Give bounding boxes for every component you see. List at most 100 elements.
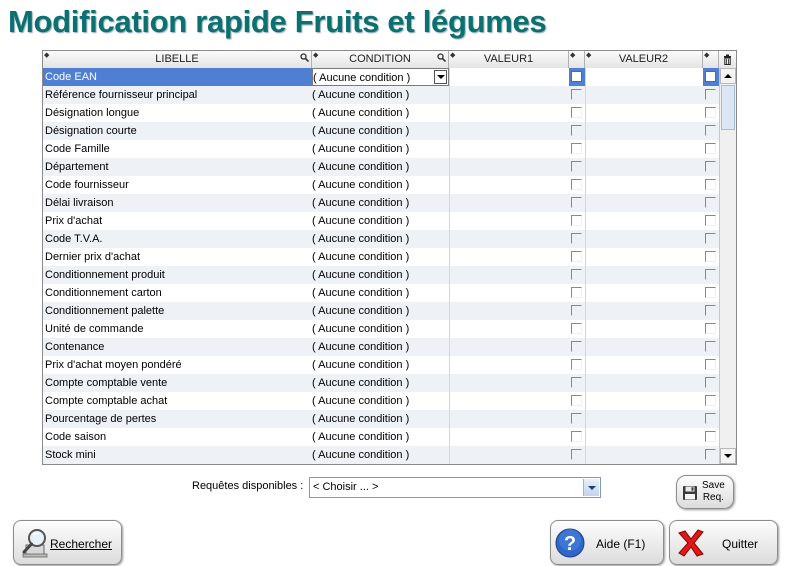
valeur1-checkbox-cell[interactable] bbox=[569, 356, 585, 374]
valeur1-cell[interactable] bbox=[449, 104, 569, 122]
valeur1-checkbox[interactable] bbox=[571, 197, 582, 208]
valeur2-cell[interactable] bbox=[585, 122, 703, 140]
valeur1-cell[interactable] bbox=[449, 266, 569, 284]
valeur2-checkbox-cell[interactable] bbox=[703, 158, 719, 176]
valeur2-checkbox-cell[interactable] bbox=[703, 248, 719, 266]
trash-icon[interactable] bbox=[723, 54, 732, 65]
valeur1-cell[interactable] bbox=[449, 86, 569, 104]
valeur1-cell[interactable] bbox=[449, 374, 569, 392]
valeur1-checkbox[interactable] bbox=[571, 251, 582, 262]
valeur1-cell[interactable] bbox=[449, 230, 569, 248]
valeur2-checkbox[interactable] bbox=[705, 89, 716, 100]
valeur1-checkbox-cell[interactable] bbox=[569, 68, 585, 86]
condition-cell[interactable]: ( Aucune condition ) bbox=[312, 356, 449, 374]
valeur2-cell[interactable] bbox=[585, 230, 703, 248]
condition-cell[interactable]: ( Aucune condition ) bbox=[312, 374, 449, 392]
condition-cell[interactable]: ( Aucune condition ) bbox=[312, 194, 449, 212]
table-row[interactable]: Unité de commande ( Aucune condition ) bbox=[43, 320, 719, 338]
valeur1-checkbox[interactable] bbox=[571, 107, 582, 118]
condition-cell[interactable]: ( Aucune condition ) bbox=[312, 86, 449, 104]
column-header-check2[interactable]: ◆ bbox=[703, 51, 719, 68]
valeur1-checkbox[interactable] bbox=[571, 377, 582, 388]
valeur2-cell[interactable] bbox=[585, 68, 703, 86]
condition-cell[interactable]: ( Aucune condition ) bbox=[312, 176, 449, 194]
table-row[interactable]: Code fournisseur ( Aucune condition ) bbox=[43, 176, 719, 194]
valeur1-checkbox[interactable] bbox=[571, 233, 582, 244]
valeur1-checkbox-cell[interactable] bbox=[569, 302, 585, 320]
scroll-down-button[interactable] bbox=[720, 448, 736, 464]
valeur2-checkbox-cell[interactable] bbox=[703, 410, 719, 428]
valeur2-cell[interactable] bbox=[585, 392, 703, 410]
condition-cell[interactable]: ( Aucune condition ) bbox=[312, 392, 449, 410]
valeur1-checkbox[interactable] bbox=[571, 287, 582, 298]
valeur1-checkbox-cell[interactable] bbox=[569, 428, 585, 446]
valeur2-checkbox-cell[interactable] bbox=[703, 428, 719, 446]
column-header-libelle[interactable]: ◆ LIBELLE bbox=[43, 51, 312, 68]
valeur1-checkbox-cell[interactable] bbox=[569, 374, 585, 392]
valeur1-checkbox-cell[interactable] bbox=[569, 212, 585, 230]
valeur1-checkbox-cell[interactable] bbox=[569, 158, 585, 176]
column-header-valeur1[interactable]: ◆ VALEUR1 bbox=[449, 51, 569, 68]
table-row[interactable]: Conditionnement produit ( Aucune conditio… bbox=[43, 266, 719, 284]
valeur1-cell[interactable] bbox=[449, 68, 569, 86]
valeur1-cell[interactable] bbox=[449, 158, 569, 176]
valeur2-checkbox-cell[interactable] bbox=[703, 266, 719, 284]
valeur2-checkbox[interactable] bbox=[705, 305, 716, 316]
table-row[interactable]: Conditionnement palette ( Aucune conditio… bbox=[43, 302, 719, 320]
valeur2-checkbox-cell[interactable] bbox=[703, 374, 719, 392]
condition-cell[interactable]: ( Aucune condition ) bbox=[312, 302, 449, 320]
valeur1-checkbox-cell[interactable] bbox=[569, 266, 585, 284]
condition-cell[interactable]: ( Aucune condition ) bbox=[312, 284, 449, 302]
valeur2-checkbox[interactable] bbox=[705, 197, 716, 208]
valeur1-checkbox-cell[interactable] bbox=[569, 446, 585, 464]
valeur1-checkbox-cell[interactable] bbox=[569, 140, 585, 158]
table-row[interactable]: Prix d'achat moyen pondéré ( Aucune condi… bbox=[43, 356, 719, 374]
table-row[interactable]: Code T.V.A. ( Aucune condition ) bbox=[43, 230, 719, 248]
valeur2-checkbox[interactable] bbox=[705, 143, 716, 154]
valeur1-checkbox-cell[interactable] bbox=[569, 284, 585, 302]
valeur2-cell[interactable] bbox=[585, 248, 703, 266]
valeur2-checkbox[interactable] bbox=[705, 359, 716, 370]
valeur2-checkbox[interactable] bbox=[705, 449, 716, 460]
valeur2-checkbox-cell[interactable] bbox=[703, 212, 719, 230]
valeur2-checkbox-cell[interactable] bbox=[703, 140, 719, 158]
condition-cell[interactable]: ( Aucune condition ) bbox=[312, 158, 449, 176]
rechercher-button[interactable]: Rechercher bbox=[13, 520, 122, 565]
valeur2-cell[interactable] bbox=[585, 302, 703, 320]
condition-cell[interactable]: ( Aucune condition ) bbox=[312, 248, 449, 266]
column-header-condition[interactable]: ◆ CONDITION bbox=[312, 51, 449, 68]
valeur2-checkbox[interactable] bbox=[705, 233, 716, 244]
valeur2-checkbox[interactable] bbox=[705, 107, 716, 118]
table-row[interactable]: Code Famille ( Aucune condition ) bbox=[43, 140, 719, 158]
valeur1-checkbox[interactable] bbox=[571, 359, 582, 370]
valeur2-checkbox[interactable] bbox=[705, 161, 716, 172]
valeur2-cell[interactable] bbox=[585, 410, 703, 428]
valeur1-checkbox[interactable] bbox=[571, 89, 582, 100]
table-row[interactable]: Référence fournisseur principal ( Aucune … bbox=[43, 86, 719, 104]
valeur2-checkbox-cell[interactable] bbox=[703, 320, 719, 338]
chevron-down-icon[interactable] bbox=[583, 479, 599, 496]
table-row[interactable]: Stock mini ( Aucune condition ) bbox=[43, 446, 719, 464]
valeur2-checkbox-cell[interactable] bbox=[703, 230, 719, 248]
valeur2-checkbox-cell[interactable] bbox=[703, 446, 719, 464]
condition-cell[interactable]: ( Aucune condition ) bbox=[312, 320, 449, 338]
quitter-button[interactable]: Quitter bbox=[669, 520, 778, 565]
condition-cell[interactable]: ( Aucune condition ) bbox=[312, 140, 449, 158]
condition-cell[interactable]: ( Aucune condition ) bbox=[312, 446, 449, 464]
table-row[interactable]: Département ( Aucune condition ) bbox=[43, 158, 719, 176]
condition-cell[interactable]: ( Aucune condition ) bbox=[312, 338, 449, 356]
valeur1-checkbox-cell[interactable] bbox=[569, 194, 585, 212]
valeur1-checkbox-cell[interactable] bbox=[569, 320, 585, 338]
valeur1-checkbox[interactable] bbox=[571, 143, 582, 154]
valeur2-cell[interactable] bbox=[585, 284, 703, 302]
valeur2-cell[interactable] bbox=[585, 320, 703, 338]
valeur1-cell[interactable] bbox=[449, 122, 569, 140]
valeur2-checkbox[interactable] bbox=[705, 341, 716, 352]
valeur2-checkbox[interactable] bbox=[705, 251, 716, 262]
valeur1-checkbox[interactable] bbox=[571, 323, 582, 334]
valeur1-checkbox[interactable] bbox=[571, 125, 582, 136]
valeur1-cell[interactable] bbox=[449, 140, 569, 158]
condition-cell[interactable]: ( Aucune condition ) bbox=[312, 212, 449, 230]
table-row[interactable]: Compte comptable achat ( Aucune condition… bbox=[43, 392, 719, 410]
valeur2-cell[interactable] bbox=[585, 428, 703, 446]
